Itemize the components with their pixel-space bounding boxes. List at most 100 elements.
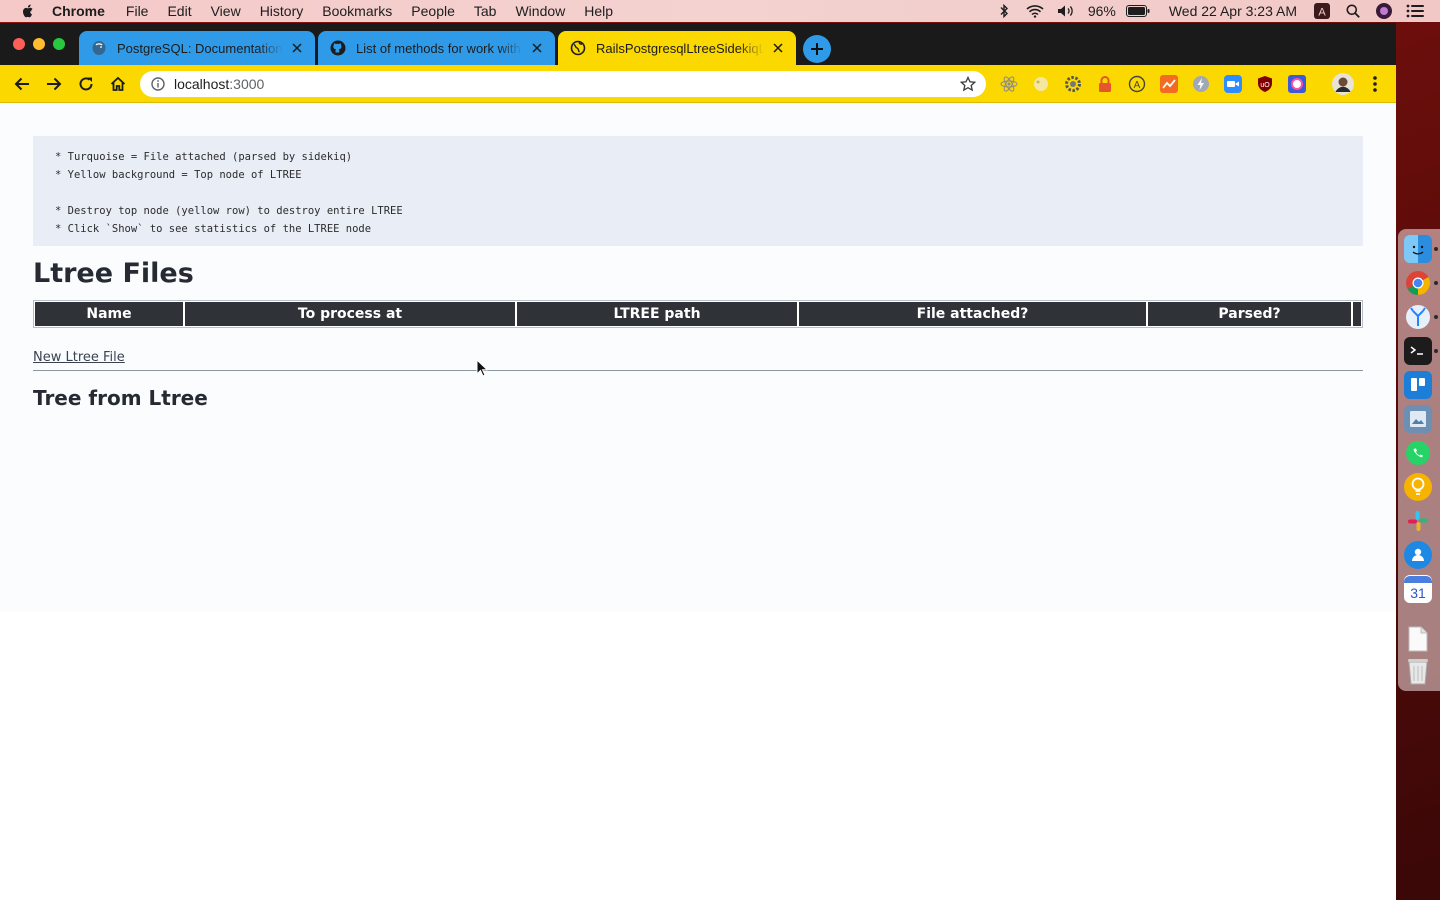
svg-text:A: A: [1134, 80, 1141, 91]
menu-view[interactable]: View: [211, 3, 241, 19]
ltree-files-table: Name To process at LTREE path File attac…: [33, 300, 1363, 328]
extension-yellow-icon[interactable]: [1032, 75, 1050, 93]
finder-icon[interactable]: [1404, 235, 1432, 263]
github-icon: [330, 40, 346, 56]
reload-button[interactable]: [76, 74, 96, 94]
note-line: * Turquoise = File attached (parsed by s…: [55, 151, 353, 163]
home-button[interactable]: [108, 74, 128, 94]
close-tab-icon[interactable]: [770, 40, 786, 56]
browser-toolbar: localhost:3000 A uO: [0, 65, 1396, 103]
close-tab-icon[interactable]: [529, 40, 545, 56]
trello-icon[interactable]: [1404, 371, 1432, 399]
column-header-name: Name: [35, 302, 185, 326]
zoom-extension-icon[interactable]: [1224, 75, 1242, 93]
battery-icon[interactable]: [1125, 2, 1150, 20]
color-picker-icon[interactable]: [1288, 75, 1306, 93]
svg-text:uO: uO: [1260, 82, 1270, 89]
menu-help[interactable]: Help: [584, 3, 613, 19]
address-bar[interactable]: localhost:3000: [140, 71, 986, 97]
macos-menu-bar: Chrome File Edit View History Bookmarks …: [0, 0, 1440, 22]
profile-avatar-icon[interactable]: [1332, 73, 1354, 95]
preview-icon[interactable]: [1404, 405, 1432, 433]
tab-github-list-of-methods[interactable]: List of methods for work with L: [318, 31, 555, 65]
lock-extension-icon[interactable]: [1096, 75, 1114, 93]
svg-text:A: A: [1318, 7, 1326, 19]
note-line: * Destroy top node (yellow row) to destr…: [55, 205, 403, 217]
calendar-icon[interactable]: 31: [1404, 575, 1432, 603]
window-close-button[interactable]: [13, 38, 25, 50]
menu-edit[interactable]: Edit: [167, 3, 191, 19]
close-tab-icon[interactable]: [289, 40, 305, 56]
contacts-icon[interactable]: [1404, 541, 1432, 569]
notes-block: * Turquoise = File attached (parsed by s…: [33, 136, 1363, 246]
tab-title: List of methods for work with L: [356, 40, 523, 56]
forward-button[interactable]: [44, 74, 64, 94]
chrome-window: PostgreSQL: Documentation: 9 List of met…: [0, 23, 1396, 900]
home-icon: [110, 76, 126, 91]
siri-icon[interactable]: [1375, 2, 1393, 20]
column-header-actions: [1353, 302, 1361, 326]
trash-icon[interactable]: [1404, 657, 1432, 685]
reload-icon: [79, 77, 93, 91]
column-header-ltree-path: LTREE path: [517, 302, 799, 326]
apple-icon[interactable]: [20, 3, 36, 19]
spotlight-icon[interactable]: [1344, 2, 1362, 20]
column-header-parsed: Parsed?: [1148, 302, 1353, 326]
site-info-icon[interactable]: [151, 77, 165, 91]
tab-title: PostgreSQL: Documentation: 9: [117, 40, 283, 56]
window-fullscreen-button[interactable]: [53, 38, 65, 50]
note-line: * Click `Show` to see statistics of the …: [55, 223, 372, 235]
menu-bookmarks[interactable]: Bookmarks: [322, 3, 392, 19]
macos-dock: 31: [1398, 229, 1440, 691]
tab-title: RailsPostgresqlLtreeSidekiqLo: [596, 40, 764, 56]
back-button[interactable]: [12, 74, 32, 94]
chart-extension-icon[interactable]: [1160, 75, 1178, 93]
tab-strip: PostgreSQL: Documentation: 9 List of met…: [0, 23, 1396, 65]
battery-percent: 96%: [1087, 3, 1116, 19]
plus-icon: [811, 43, 823, 55]
volume-icon[interactable]: [1057, 2, 1075, 20]
chrome-icon[interactable]: [1404, 269, 1432, 297]
table-header-row: Name To process at LTREE path File attac…: [35, 302, 1361, 326]
sourcetree-icon[interactable]: [1404, 303, 1432, 331]
note-line: * Yellow background = Top node of LTREE: [55, 169, 302, 181]
column-header-file-attached: File attached?: [799, 302, 1148, 326]
arrow-right-icon: [47, 77, 62, 91]
window-minimize-button[interactable]: [33, 38, 45, 50]
arrow-left-icon: [14, 77, 29, 91]
divider: [33, 370, 1363, 371]
bookmark-star-icon[interactable]: [960, 76, 976, 92]
whatsapp-icon[interactable]: [1404, 439, 1432, 467]
document-icon[interactable]: [1404, 625, 1432, 653]
page-content: * Turquoise = File attached (parsed by s…: [0, 104, 1396, 612]
menu-file[interactable]: File: [126, 3, 149, 19]
tab-rails-postgresql-ltree-active[interactable]: RailsPostgresqlLtreeSidekiqLo: [558, 31, 796, 65]
menu-tab[interactable]: Tab: [474, 3, 497, 19]
calendar-day: 31: [1410, 584, 1426, 601]
menu-history[interactable]: History: [260, 3, 304, 19]
tab-postgresql-docs[interactable]: PostgreSQL: Documentation: 9: [79, 31, 315, 65]
wifi-icon[interactable]: [1026, 2, 1044, 20]
react-devtools-icon[interactable]: [1000, 75, 1018, 93]
address-url: localhost:3000: [174, 76, 265, 92]
new-ltree-file-link[interactable]: New Ltree File: [33, 350, 125, 365]
notification-center-icon[interactable]: [1406, 2, 1424, 20]
slack-icon[interactable]: [1404, 507, 1432, 535]
menubar-clock[interactable]: Wed 22 Apr 3:23 AM: [1169, 3, 1297, 19]
user-a-icon[interactable]: A: [1313, 2, 1331, 20]
chrome-menu-icon[interactable]: [1366, 75, 1384, 93]
tree-section-title: Tree from Ltree: [33, 386, 208, 410]
menu-people[interactable]: People: [411, 3, 455, 19]
menu-window[interactable]: Window: [515, 3, 565, 19]
new-tab-button[interactable]: [803, 35, 831, 63]
gear-extension-icon[interactable]: [1064, 75, 1082, 93]
terminal-icon[interactable]: [1404, 337, 1432, 365]
globe-icon: [570, 40, 586, 56]
menu-app-name[interactable]: Chrome: [52, 3, 105, 19]
a-extension-icon[interactable]: A: [1128, 75, 1146, 93]
bolt-extension-icon[interactable]: [1192, 75, 1210, 93]
idea-bulb-icon[interactable]: [1404, 473, 1432, 501]
bluetooth-icon[interactable]: [995, 2, 1013, 20]
postgres-elephant-icon: [91, 40, 107, 56]
ublock-icon[interactable]: uO: [1256, 75, 1274, 93]
